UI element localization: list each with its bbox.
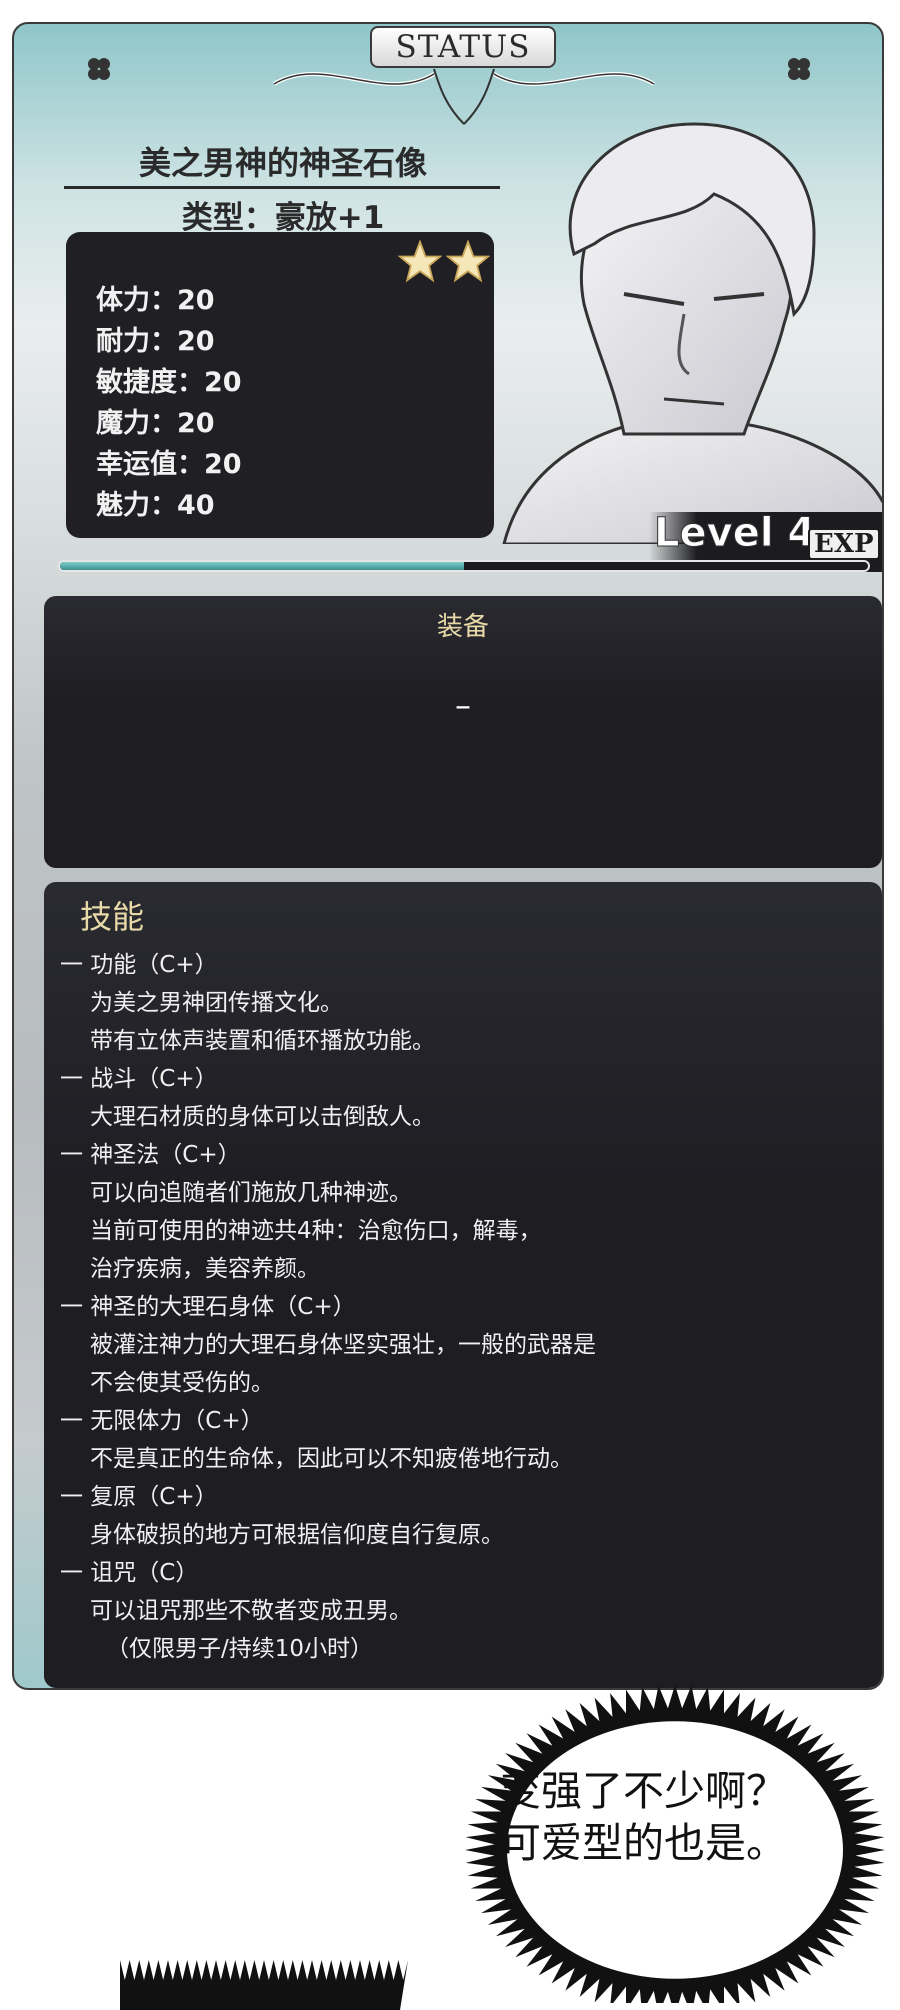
- rarity-stars: [398, 240, 490, 290]
- stat-row: 耐力：20: [96, 326, 215, 357]
- skill-heading: 一 战斗（C+）: [60, 1066, 218, 1092]
- status-card: STATUS 美之男神的神圣石像 类型：豪放+1 体力：20 耐力：20 敏捷度…: [12, 22, 884, 1690]
- skill-description: 当前可使用的神迹共4种：治愈伤口，解毒，: [90, 1218, 542, 1244]
- skill-description: 大理石材质的身体可以击倒敌人。: [90, 1104, 435, 1130]
- speech-bubble-text: 变强了不少啊？ 可爱型的也是。: [500, 1765, 840, 1869]
- skill-heading: 一 功能（C+）: [60, 952, 218, 978]
- clover-icon: [88, 58, 110, 80]
- skill-description: 为美之男神团传播文化。: [90, 990, 343, 1016]
- character-name: 美之男神的神圣石像: [138, 144, 427, 182]
- character-type: 类型：豪放+1: [181, 200, 385, 236]
- skill-description: 可以向追随者们施放几种神迹。: [90, 1180, 412, 1206]
- stats-panel: 体力：20 耐力：20 敏捷度：20 魔力：20 幸运值：20 魅力：40: [66, 232, 494, 538]
- exp-label: EXP: [808, 528, 880, 560]
- speech-bubble-line: 变强了不少啊？: [500, 1767, 787, 1815]
- equipment-title: 装备: [436, 612, 489, 642]
- skill-description: 身体破损的地方可根据信仰度自行复原。: [90, 1522, 504, 1548]
- stat-list: 体力：20 耐力：20 敏捷度：20 魔力：20 幸运值：20 魅力：40: [96, 280, 242, 526]
- skills-title: 技能: [80, 898, 145, 936]
- skill-heading: 一 复原（C+）: [60, 1484, 218, 1510]
- skill-heading: 一 无限体力（C+）: [60, 1408, 264, 1434]
- stat-row: 魅力：40: [96, 490, 215, 521]
- equipment-panel: 装备 –: [44, 596, 882, 868]
- clover-icon: [788, 58, 810, 80]
- name-divider: [64, 186, 500, 189]
- skill-description: 带有立体声装置和循环播放功能。: [90, 1028, 435, 1054]
- stat-row: 幸运值：20: [96, 449, 242, 480]
- skills-panel: 技能 一 功能（C+） 为美之男神团传播文化。带有立体声装置和循环播放功能。一 战…: [44, 882, 882, 1688]
- star-icon: [398, 240, 442, 283]
- exp-bar-fill: [60, 562, 464, 570]
- skill-description: 被灌注神力的大理石身体坚实强壮，一般的武器是: [90, 1332, 596, 1358]
- equipment-value: –: [455, 686, 471, 724]
- statue-portrait: [502, 122, 882, 544]
- stat-row: 体力：20: [96, 285, 215, 316]
- skill-description: 可以诅咒那些不敬者变成丑男。: [90, 1598, 412, 1624]
- level-label: Level 4: [653, 510, 816, 557]
- skill-heading: 一 诅咒（C）: [60, 1560, 199, 1586]
- skill-heading: 一 神圣的大理石身体（C+）: [60, 1294, 356, 1320]
- skill-list: 一 功能（C+） 为美之男神团传播文化。带有立体声装置和循环播放功能。一 战斗（C…: [60, 946, 596, 1668]
- stat-row: 魔力：20: [96, 408, 215, 439]
- status-tab: STATUS: [370, 26, 556, 68]
- speech-bubble-line: 可爱型的也是。: [500, 1819, 787, 1867]
- speech-bubble-burst-partial: [120, 1960, 408, 2010]
- stat-row: 敏捷度：20: [96, 367, 242, 398]
- skill-heading: 一 神圣法（C+）: [60, 1142, 241, 1168]
- skill-description: 治疗疾病，美容养颜。: [90, 1256, 320, 1282]
- skill-description: 不是真正的生命体，因此可以不知疲倦地行动。: [90, 1446, 573, 1472]
- exp-bar: [58, 560, 870, 572]
- skill-description: 不会使其受伤的。: [90, 1370, 274, 1396]
- star-icon: [446, 240, 490, 283]
